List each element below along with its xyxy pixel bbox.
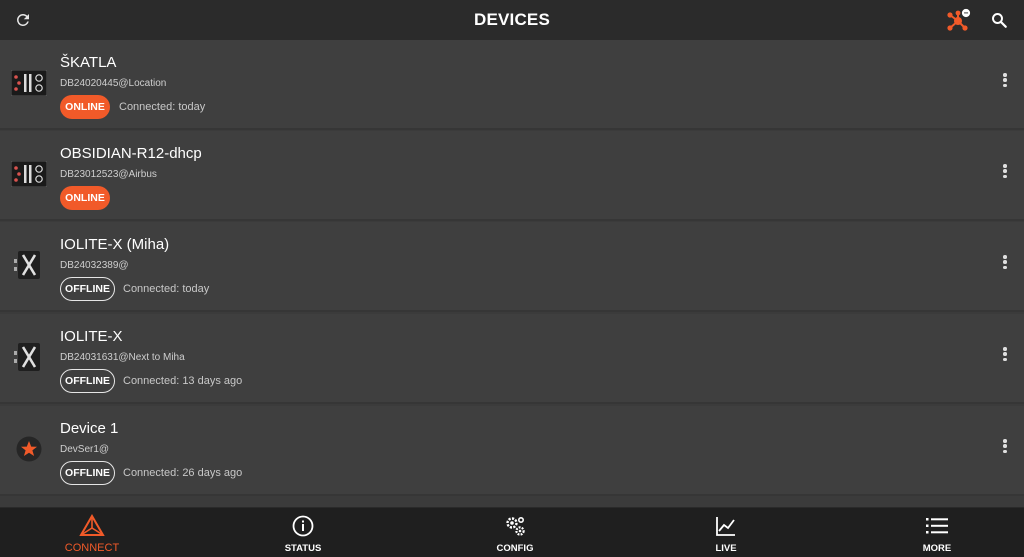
chart-icon [715, 514, 737, 538]
more-options-button[interactable] [996, 252, 1014, 272]
device-serial: DB24031631@Next to Miha [60, 352, 185, 363]
star-device-icon [11, 434, 47, 464]
device-row[interactable]: Device 1 DevSer1@ OFFLINE Connected: 26 … [0, 406, 1024, 496]
page-title: DEVICES [473, 10, 551, 29]
refresh-icon [16, 13, 29, 26]
nav-label: LIVE [715, 543, 737, 554]
device-row[interactable]: IOLITE-X (Miha) DB24032389@ OFFLINE Conn… [0, 222, 1024, 312]
more-options-button[interactable] [996, 161, 1014, 181]
search-icon [992, 13, 1007, 28]
status-badge: OFFLINE [60, 461, 115, 485]
gears-icon [503, 514, 527, 538]
info-icon [292, 514, 314, 538]
refresh-button[interactable] [9, 7, 37, 33]
nav-status[interactable]: STATUS [243, 508, 363, 557]
nav-more[interactable]: MORE [877, 508, 997, 557]
status-badge: OFFLINE [60, 369, 115, 393]
status-badge: ONLINE [60, 95, 110, 119]
status-badge: ONLINE [60, 186, 110, 210]
nav-label: STATUS [284, 543, 322, 554]
more-options-button[interactable] [996, 344, 1014, 364]
connected-text: Connected: 13 days ago [123, 375, 243, 387]
device-name: Device 1 [60, 420, 119, 437]
search-button[interactable] [985, 7, 1013, 33]
connected-text: Connected: today [119, 101, 206, 113]
device-row[interactable]: OBSIDIAN-R12-dhcp DB23012523@Airbus ONLI… [0, 131, 1024, 221]
connected-text: Connected: today [123, 283, 210, 295]
network-hub-button[interactable]: − [944, 7, 972, 33]
nav-label: CONNECT [64, 542, 120, 554]
network-hub-icon: − [947, 7, 971, 31]
iolite-x-icon [11, 250, 47, 280]
device-box-icon [11, 68, 47, 98]
more-options-button[interactable] [996, 436, 1014, 456]
device-row[interactable]: ŠKATLA DB24020445@Location ONLINE Connec… [0, 40, 1024, 130]
device-name: OBSIDIAN-R12-dhcp [60, 145, 202, 162]
more-options-button[interactable] [996, 70, 1014, 90]
device-name: IOLITE-X [60, 328, 123, 345]
nav-config[interactable]: CONFIG [455, 508, 575, 557]
device-serial: DB24032389@ [60, 260, 129, 271]
device-name: ŠKATLA [60, 54, 117, 71]
hub-badge: − [964, 9, 969, 18]
nav-live[interactable]: LIVE [666, 508, 786, 557]
device-serial: DevSer1@ [60, 444, 110, 455]
status-badge: OFFLINE [60, 277, 115, 301]
device-box-icon [11, 159, 47, 189]
bottom-nav: CONNECT STATUS CONFIG LIVE MORE [0, 507, 1024, 557]
device-list: ŠKATLA DB24020445@Location ONLINE Connec… [0, 40, 1024, 505]
device-serial: DB24020445@Location [60, 78, 167, 89]
connect-icon [79, 514, 105, 538]
device-name: IOLITE-X (Miha) [60, 236, 170, 253]
device-serial: DB23012523@Airbus [60, 169, 157, 180]
nav-connect[interactable]: CONNECT [32, 508, 152, 557]
nav-label: MORE [922, 543, 952, 554]
nav-label: CONFIG [496, 543, 534, 554]
top-app-bar: DEVICES − [0, 0, 1024, 40]
device-row[interactable]: IOLITE-X DB24031631@Next to Miha OFFLINE… [0, 314, 1024, 404]
iolite-x-icon [11, 342, 47, 372]
menu-icon [925, 514, 949, 538]
connected-text: Connected: 26 days ago [123, 467, 243, 479]
